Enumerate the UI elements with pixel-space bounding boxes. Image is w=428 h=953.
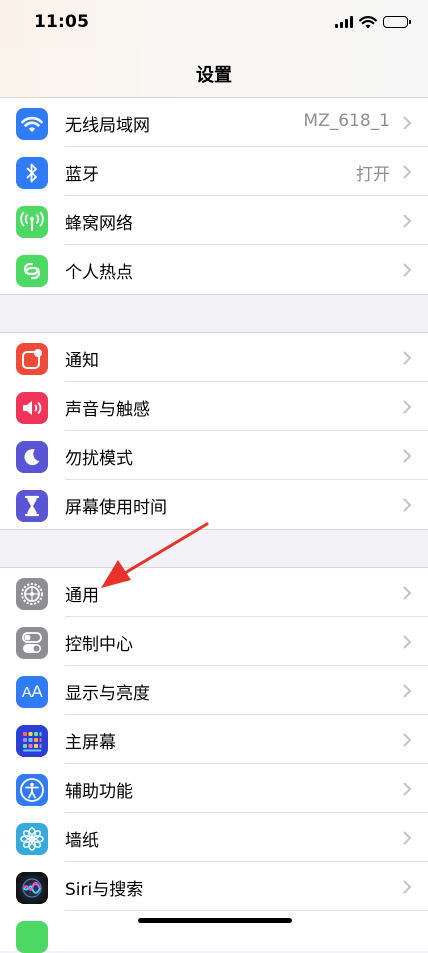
hotspot-icon [16, 255, 48, 287]
row-label: 通用 [65, 586, 99, 606]
row-label: 蜂窝网络 [65, 214, 133, 234]
wifi-icon [16, 108, 48, 140]
moon-icon [16, 441, 48, 473]
row-label: 屏幕使用时间 [65, 498, 167, 518]
row-value: MZ_618_1 [303, 111, 390, 131]
bluetooth-icon [16, 157, 48, 189]
settings-row-home-screen[interactable]: 主屏幕 [0, 715, 428, 764]
settings-row-notifications[interactable]: 通知 [0, 333, 428, 382]
row-label: 无线局域网 [65, 116, 150, 136]
settings-row-partial [0, 911, 428, 953]
settings-row-wifi[interactable]: 无线局域网 MZ_618_1 [0, 98, 428, 147]
chevron-right-icon [403, 116, 411, 130]
row-value: 打开 [356, 165, 390, 185]
row-label: 个人热点 [65, 263, 133, 283]
chevron-right-icon [403, 214, 411, 228]
accessibility-icon [16, 774, 48, 806]
face-id-icon [16, 921, 48, 953]
chevron-right-icon [403, 400, 411, 414]
home-screen-icon [16, 725, 48, 757]
gear-icon [16, 578, 48, 610]
siri-icon [16, 872, 48, 904]
row-label: Siri与搜索 [65, 880, 144, 900]
section-gap [0, 530, 428, 567]
settings-row-screen-time[interactable]: 屏幕使用时间 [0, 480, 428, 529]
settings-row-wallpaper[interactable]: 墙纸 [0, 813, 428, 862]
row-label: 主屏幕 [65, 733, 116, 753]
chevron-right-icon [403, 449, 411, 463]
settings-row-hotspot[interactable]: 个人热点 [0, 245, 428, 294]
settings-group-connectivity: 无线局域网 MZ_618_1 蓝牙 打开 蜂窝网络 个人热点 [0, 98, 428, 295]
sound-icon [16, 392, 48, 424]
row-label: 通知 [65, 351, 99, 371]
chevron-right-icon [403, 880, 411, 894]
chevron-right-icon [403, 165, 411, 179]
wifi-status-icon [359, 16, 377, 29]
settings-row-general[interactable]: 通用 [0, 568, 428, 617]
settings-row-siri[interactable]: Siri与搜索 [0, 862, 428, 911]
row-label: 声音与触感 [65, 400, 150, 420]
status-time: 11:05 [34, 12, 90, 32]
chevron-right-icon [403, 684, 411, 698]
settings-row-cellular[interactable]: 蜂窝网络 [0, 196, 428, 245]
chevron-right-icon [403, 263, 411, 277]
settings-row-control-center[interactable]: 控制中心 [0, 617, 428, 666]
cellular-signal-icon [335, 16, 353, 28]
battery-icon [383, 16, 411, 28]
wallpaper-icon [16, 823, 48, 855]
status-bar: 11:05 [0, 0, 428, 48]
row-label: 显示与亮度 [65, 684, 150, 704]
settings-row-bluetooth[interactable]: 蓝牙 打开 [0, 147, 428, 196]
hourglass-icon [16, 490, 48, 522]
cellular-icon [16, 206, 48, 238]
row-label: 勿扰模式 [65, 449, 133, 469]
row-label: 墙纸 [65, 831, 99, 851]
section-gap [0, 295, 428, 332]
chevron-right-icon [403, 635, 411, 649]
row-label: 辅助功能 [65, 782, 133, 802]
settings-row-do-not-disturb[interactable]: 勿扰模式 [0, 431, 428, 480]
settings-row-sounds[interactable]: 声音与触感 [0, 382, 428, 431]
settings-group-notifications: 通知 声音与触感 勿扰模式 屏幕使用时间 [0, 332, 428, 530]
row-label: 控制中心 [65, 635, 133, 655]
chevron-right-icon [403, 831, 411, 845]
settings-list: 无线局域网 MZ_618_1 蓝牙 打开 蜂窝网络 个人热点 通知 声音与触感 … [0, 98, 428, 953]
chevron-right-icon [403, 733, 411, 747]
row-label: 蓝牙 [65, 165, 99, 185]
chevron-right-icon [403, 498, 411, 512]
chevron-right-icon [403, 351, 411, 365]
notifications-icon [16, 343, 48, 375]
display-icon: AA [16, 676, 48, 708]
status-icons [335, 15, 411, 29]
chevron-right-icon [403, 586, 411, 600]
control-center-icon [16, 627, 48, 659]
settings-row-accessibility[interactable]: 辅助功能 [0, 764, 428, 813]
navigation-bar: 设置 [0, 48, 428, 98]
home-indicator[interactable] [138, 918, 292, 923]
chevron-right-icon [403, 782, 411, 796]
settings-row-display[interactable]: AA 显示与亮度 [0, 666, 428, 715]
settings-group-general: 通用 控制中心 AA 显示与亮度 主屏幕 辅助功能 墙纸 Siri与搜索 [0, 567, 428, 953]
page-title: 设置 [196, 65, 232, 86]
